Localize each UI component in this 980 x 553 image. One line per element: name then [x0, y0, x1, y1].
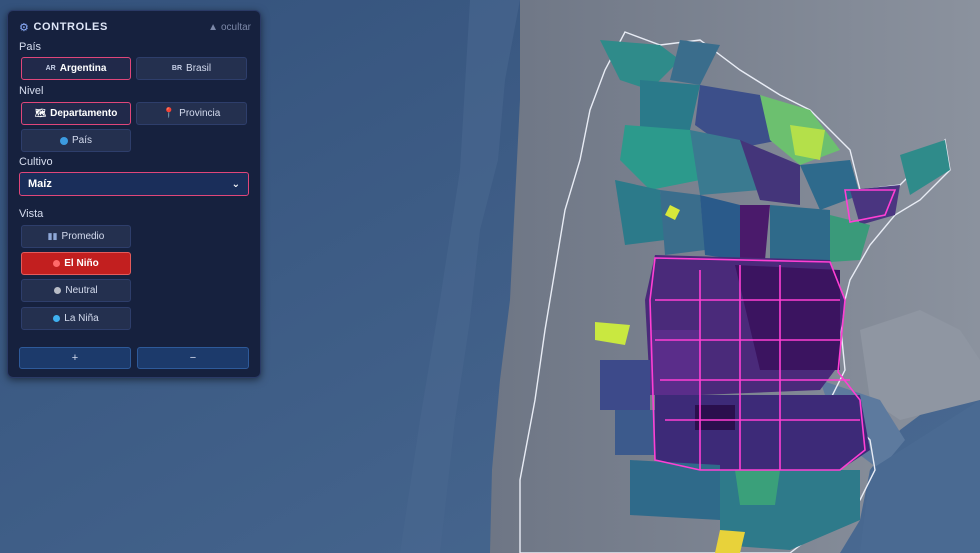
view-button-label: El Niño	[64, 258, 99, 269]
panel-title: ⚙ CONTROLES	[19, 21, 108, 34]
zoom-out-button[interactable]: −	[137, 347, 249, 369]
view-button-el-nino[interactable]: El Niño	[21, 252, 131, 275]
pin-icon: 📍	[162, 108, 176, 119]
triangle-up-icon: ▲	[208, 21, 218, 33]
crop-select[interactable]: Maíz ⌄	[19, 172, 249, 196]
globe-icon	[59, 136, 68, 145]
country-button-argentina[interactable]: AR Argentina	[21, 57, 131, 80]
crop-select-value: Maíz	[28, 178, 52, 190]
country-button-label: Argentina	[59, 63, 107, 74]
level-button-pais[interactable]: País	[21, 129, 131, 152]
view-button-label: La Niña	[64, 313, 99, 324]
level-button-provincia[interactable]: 📍 Provincia	[136, 102, 247, 125]
country-label: País	[19, 41, 42, 53]
view-button-promedio[interactable]: ▮▮ Promedio	[21, 225, 131, 248]
map-icon: 🗺	[34, 108, 47, 118]
bar-chart-icon: ▮▮	[47, 231, 58, 241]
panel-header: ⚙ CONTROLES ▲ ocultar	[19, 19, 251, 35]
level-button-departamento[interactable]: 🗺 Departamento	[21, 102, 131, 125]
blue-dot-icon	[53, 315, 61, 322]
red-dot-icon	[53, 260, 61, 267]
zoom-in-button[interactable]: +	[19, 347, 131, 369]
level-button-label: País	[71, 135, 92, 146]
view-button-label: Neutral	[65, 285, 98, 296]
ar-flag-icon: AR	[45, 65, 56, 72]
controls-panel: ⚙ CONTROLES ▲ ocultar País AR Argentina …	[7, 10, 261, 378]
level-label: Nivel	[19, 85, 44, 97]
crop-label: Cultivo	[19, 156, 53, 168]
chevron-down-icon: ⌄	[231, 178, 240, 190]
view-button-neutral[interactable]: Neutral	[21, 279, 131, 302]
hide-panel-label: ocultar	[220, 21, 251, 33]
country-button-label: Brasil	[186, 63, 212, 74]
hide-panel-button[interactable]: ▲ ocultar	[208, 22, 251, 33]
view-label: Vista	[19, 208, 44, 220]
view-button-la-nina[interactable]: La Niña	[21, 307, 131, 330]
br-flag-icon: BR	[171, 65, 183, 72]
level-button-label: Departamento	[50, 108, 118, 119]
gear-icon: ⚙	[19, 21, 30, 34]
gray-dot-icon	[54, 287, 62, 294]
country-button-brasil[interactable]: BR Brasil	[136, 57, 247, 80]
view-button-label: Promedio	[61, 231, 105, 242]
level-button-label: Provincia	[179, 108, 221, 119]
panel-title-text: CONTROLES	[33, 21, 108, 33]
